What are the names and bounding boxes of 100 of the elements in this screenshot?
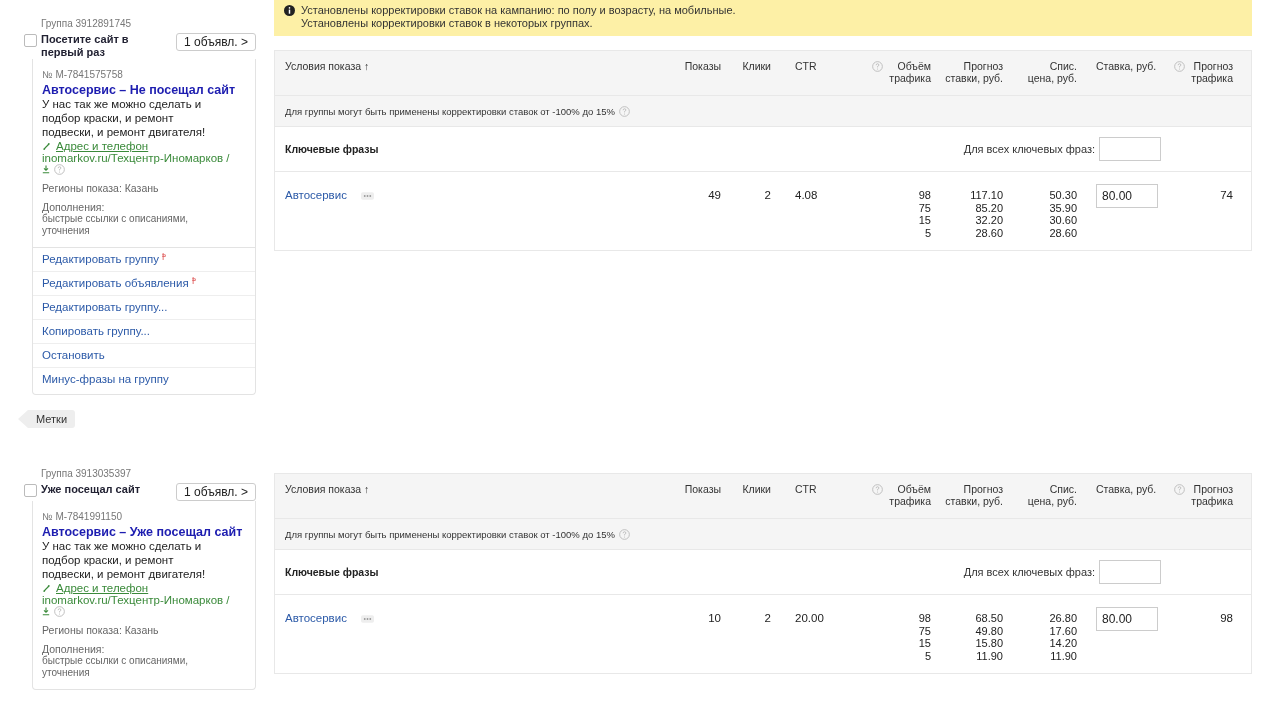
column-header: Показы	[684, 483, 721, 495]
contact-link[interactable]: Адрес и телефон	[56, 140, 149, 152]
ad-url: inomarkov.ru/Техцентр-Иномарков /	[41, 152, 231, 164]
menu-link[interactable]: Редактировать группу	[42, 253, 160, 265]
column-header: Прогноз трафика	[1190, 60, 1233, 86]
menu-link[interactable]: Остановить	[42, 349, 105, 361]
extras-text: быстрые ссылки с описаниями, уточнения	[41, 213, 189, 237]
table-cell-text: 49	[707, 189, 721, 203]
column-header: Ставка, руб.	[1096, 60, 1157, 72]
table-cell-text: 15.80	[974, 637, 1003, 650]
table-cell-text: 5	[923, 649, 931, 662]
table-cell-text: 11.90	[975, 649, 1003, 662]
extras-label: Дополнения:	[41, 643, 106, 655]
notice-text: Установлены корректировки ставок на кампанию: по полу и возрасту, на мобильные.	[301, 4, 736, 17]
column-header: CTR	[795, 60, 817, 72]
table-cell-text: 28.60	[1048, 226, 1077, 239]
download-icon	[42, 165, 50, 174]
ad-text: У нас так же можно сделать и подбор краски, и ремонт подвески, и ремонт двигателя!	[41, 539, 207, 581]
all-phrases-input[interactable]	[1099, 137, 1161, 161]
table-cell-text: 30.60	[1048, 214, 1077, 227]
table-cell-text: 11.90	[1049, 649, 1077, 662]
column-header: Прогноз ставки, руб.	[944, 483, 1003, 507]
all-phrases-input[interactable]	[1099, 560, 1161, 584]
group-label: Группа 3913035397	[41, 468, 133, 479]
column-header: Объём трафика	[888, 483, 931, 509]
sort-header[interactable]: Условия показа ↑	[285, 60, 370, 72]
column-header: Клики	[742, 60, 771, 72]
help-icon	[54, 164, 65, 175]
keywords-heading: Ключевые фразы	[285, 566, 379, 578]
more-icon[interactable]	[360, 615, 374, 623]
table-cell-text: 98	[917, 612, 931, 625]
ad-title: Автосервис – Уже посещал сайт	[41, 525, 244, 539]
ad-url: inomarkov.ru/Техцентр-Иномарков /	[41, 594, 231, 606]
download-icon	[42, 607, 50, 616]
help-icon	[618, 105, 630, 117]
phone-icon	[42, 141, 51, 151]
table-cell-text: 98	[917, 189, 931, 202]
keyword-link[interactable]: Автосервис	[285, 189, 347, 201]
table-cell-text: 15	[917, 214, 931, 227]
column-header: Прогноз трафика	[1190, 483, 1233, 509]
table-cell-text: 50.30	[1048, 189, 1077, 202]
group-title: Уже посещал сайт	[41, 483, 142, 496]
keyword-link[interactable]: Автосервис	[285, 612, 347, 624]
help-icon	[618, 528, 630, 540]
more-icon[interactable]	[360, 192, 374, 200]
column-header: Объём трафика	[888, 60, 931, 86]
table-cell-text: 35.90	[1048, 201, 1077, 214]
column-header: Спис. цена, руб.	[1026, 60, 1077, 84]
sort-header[interactable]: Условия показа ↑	[285, 483, 370, 495]
menu-link[interactable]: Минус-фразы на группу	[42, 373, 169, 385]
keywords-heading: Ключевые фразы	[285, 143, 379, 155]
info-icon	[284, 5, 295, 16]
table-cell-text: 32.20	[974, 214, 1003, 227]
bid-input[interactable]: 80.00	[1096, 607, 1158, 631]
tags-button[interactable]: Метки	[18, 410, 76, 428]
all-phrases-label: Для всех ключевых фраз:	[963, 143, 1095, 155]
extras-text: быстрые ссылки с описаниями, уточнения	[41, 655, 189, 679]
table-cell-text: 74	[1219, 189, 1233, 203]
checkbox[interactable]	[24, 34, 37, 47]
table-cell-text: 49.80	[974, 624, 1003, 637]
all-phrases-label: Для всех ключевых фраз:	[963, 566, 1095, 578]
table-cell-text: 10	[707, 612, 721, 626]
help-icon	[872, 61, 883, 72]
table-cell-text: 28.60	[974, 226, 1003, 239]
region-text: Регионы показа: Казань	[41, 624, 160, 636]
table-cell-text: 17.60	[1048, 624, 1077, 637]
menu-link[interactable]: Редактировать группу...	[42, 301, 168, 313]
table-cell-text: 75	[917, 201, 931, 214]
table-cell-text: 117.10	[969, 189, 1003, 202]
contact-link[interactable]: Адрес и телефон	[56, 582, 149, 594]
column-header: Показы	[684, 60, 721, 72]
column-header: Прогноз ставки, руб.	[944, 60, 1003, 84]
adjust-note: Для группы могут быть применены корректировки ставок от -100% до 15%	[285, 105, 615, 117]
checkbox[interactable]	[24, 484, 37, 497]
help-icon	[54, 606, 65, 617]
region-text: Регионы показа: Казань	[41, 182, 160, 194]
menu-link[interactable]: Редактировать объявления	[42, 277, 189, 289]
ad-number: № M-7841991150	[41, 511, 124, 522]
table-cell-text: 26.80	[1048, 612, 1077, 625]
table-cell-text: 68.50	[974, 612, 1003, 625]
table-cell-text: 85.20	[974, 201, 1003, 214]
table-cell-text: 98	[1219, 612, 1233, 626]
bid-input[interactable]: 80.00	[1096, 184, 1158, 208]
help-icon	[872, 484, 883, 495]
group-label: Группа 3912891745	[41, 18, 133, 29]
ads-count-button[interactable]: 1 объявл. >	[176, 483, 256, 501]
table-cell-text: 14.20	[1048, 637, 1077, 650]
extras-label: Дополнения:	[41, 201, 106, 213]
table-cell-text: 5	[923, 226, 931, 239]
column-header: Ставка, руб.	[1096, 483, 1157, 495]
table-cell-text: 4.08	[794, 189, 819, 203]
menu-link[interactable]: Копировать группу...	[42, 325, 150, 337]
notice-text: Установлены корректировки ставок в некоторых группах.	[301, 17, 594, 30]
group-title: Посетите сайт в первый раз	[41, 33, 130, 59]
phone-icon	[42, 583, 51, 593]
column-header: Спис. цена, руб.	[1026, 483, 1077, 507]
ads-count-button[interactable]: 1 объявл. >	[176, 33, 256, 51]
table-cell-text: 75	[917, 624, 931, 637]
ad-text: У нас так же можно сделать и подбор краски, и ремонт подвески, и ремонт двигателя!	[41, 97, 207, 139]
table-cell-text: 20.00	[794, 612, 825, 626]
